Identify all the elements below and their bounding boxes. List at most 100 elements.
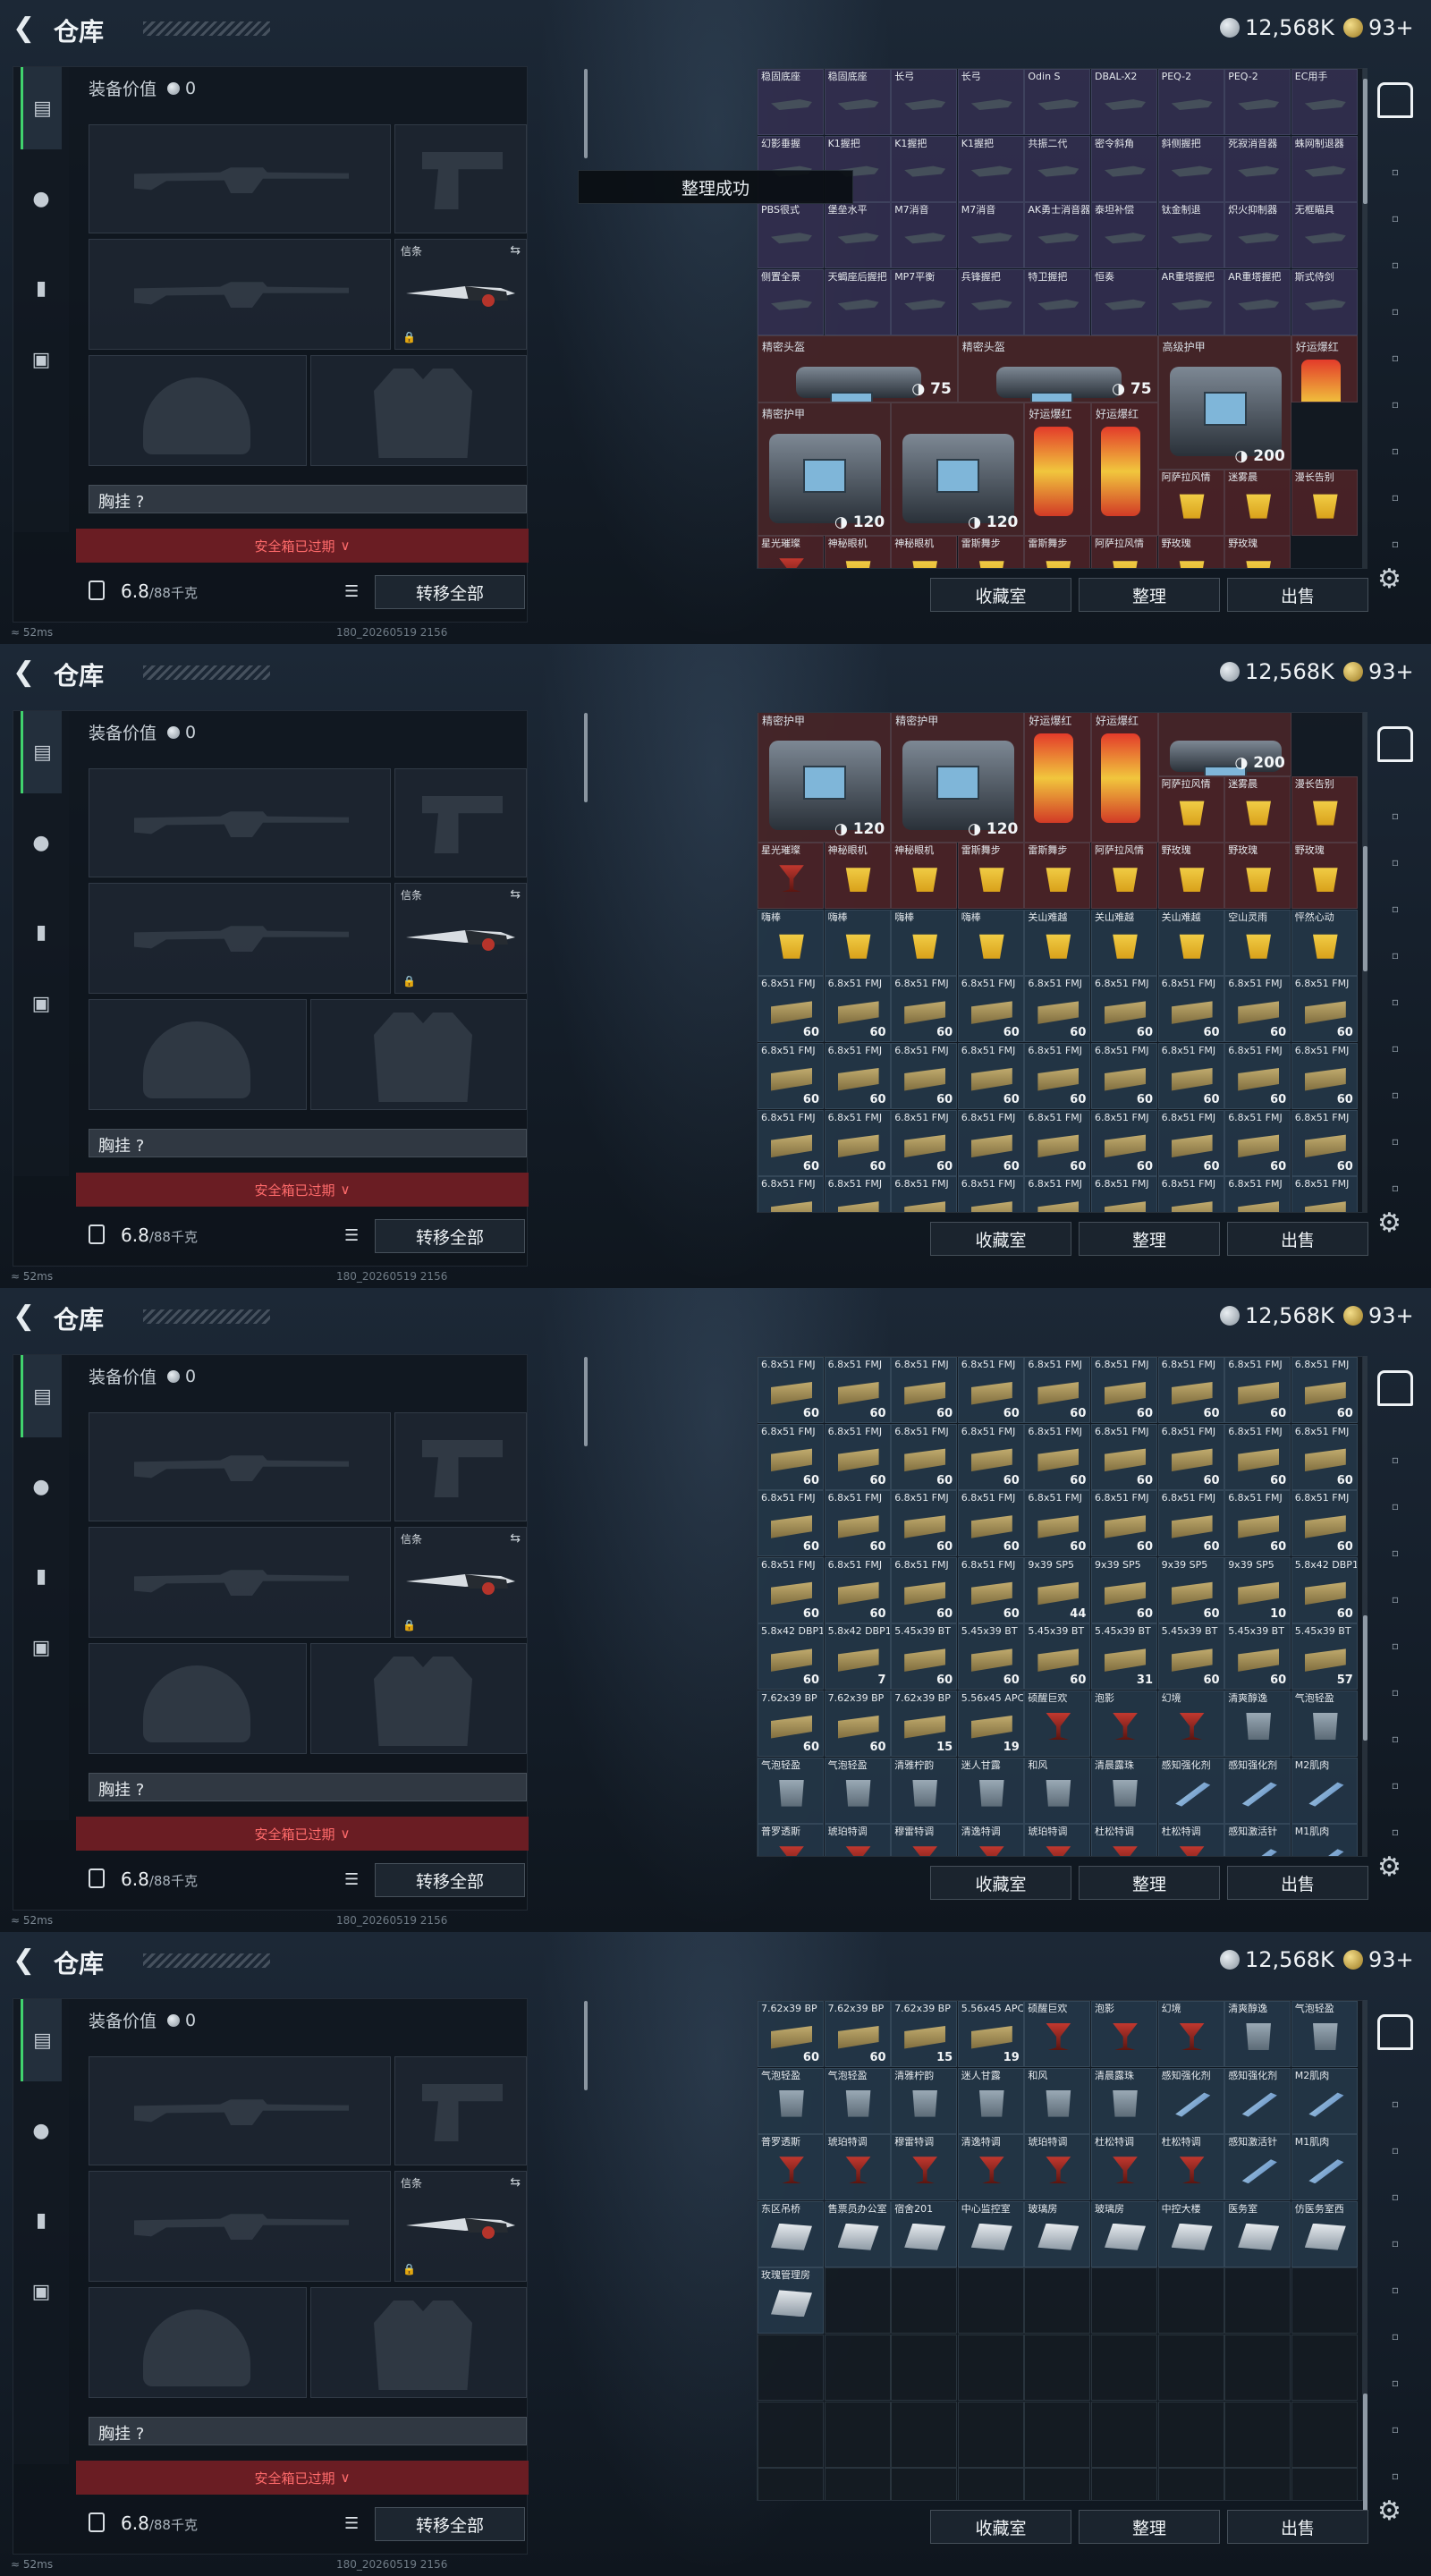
- inventory-item[interactable]: K1握把: [891, 135, 958, 202]
- secondary-weapon-slot[interactable]: [89, 2171, 391, 2282]
- storage-tab-icon[interactable]: ▫: [1379, 438, 1411, 463]
- empty-slot[interactable]: [957, 2334, 1024, 2401]
- inventory-item[interactable]: 迷雾晨: [1224, 469, 1291, 536]
- storage-tab-icon[interactable]: ▫: [1379, 392, 1411, 417]
- inventory-item[interactable]: 9x39 SP5 60: [1091, 1556, 1157, 1623]
- inventory-item[interactable]: 6.8x51 FMJ60: [1224, 1043, 1291, 1109]
- list-icon[interactable]: ☰: [344, 1870, 359, 1889]
- sidearm-slot[interactable]: [394, 768, 527, 877]
- gold-balance[interactable]: 93+: [1343, 658, 1414, 685]
- melee-slot[interactable]: 信条 ⇆ 🔒: [394, 1527, 527, 1638]
- storage-tab-icon[interactable]: ▫: [1379, 896, 1411, 921]
- inventory-item[interactable]: 气泡轻盈: [824, 1757, 891, 1824]
- inventory-item[interactable]: 嗨棒: [957, 909, 1024, 976]
- inventory-item[interactable]: 杜松特调: [1091, 2134, 1157, 2201]
- inventory-item[interactable]: 6.8x51 FMJ60: [957, 1176, 1024, 1212]
- inventory-item[interactable]: 7.62x39 BP 60: [758, 2001, 824, 2067]
- inventory-item[interactable]: 硕醒巨欢: [1024, 2001, 1091, 2067]
- inventory-item[interactable]: 6.8x51 FMJ60: [1091, 976, 1157, 1043]
- inventory-item-large[interactable]: 高级护甲 ◑ 200: [1157, 335, 1291, 470]
- storage-tab-icon[interactable]: ▫: [1379, 1175, 1411, 1200]
- tab-backpack[interactable]: ▮: [21, 1555, 62, 1597]
- storage-tab-icon[interactable]: ▫: [1379, 1726, 1411, 1751]
- inventory-item[interactable]: 东区吊桥: [758, 2200, 824, 2267]
- inventory-item[interactable]: 杜松特调: [1091, 1824, 1157, 1856]
- storage-tab-icon[interactable]: ▫: [1379, 1082, 1411, 1107]
- primary-weapon-slot[interactable]: [89, 124, 391, 233]
- inventory-item[interactable]: 6.8x51 FMJ60: [1291, 1176, 1358, 1212]
- sell-button[interactable]: 出售: [1227, 2510, 1368, 2544]
- empty-slot[interactable]: [1091, 2267, 1157, 2334]
- inventory-item[interactable]: 6.8x51 FMJ60: [891, 1357, 958, 1423]
- safebox-expired-banner[interactable]: 安全箱已过期 ∨: [76, 1817, 529, 1851]
- inventory-item-large[interactable]: 精密护甲 ◑ 120: [758, 402, 892, 537]
- transfer-all-button[interactable]: 转移全部: [375, 575, 525, 609]
- empty-slot[interactable]: [957, 2468, 1024, 2500]
- tab-case[interactable]: ▣: [21, 2271, 62, 2312]
- inventory-item[interactable]: 5.8x42 DBP10 7: [824, 1623, 891, 1690]
- secondary-weapon-slot[interactable]: [89, 883, 391, 994]
- empty-slot[interactable]: [891, 2468, 958, 2500]
- inventory-item[interactable]: 怦然心动: [1291, 909, 1358, 976]
- loadout-scrollbar[interactable]: [584, 1357, 588, 1446]
- inventory-item[interactable]: 6.8x51 FMJ60: [1291, 1423, 1358, 1490]
- inventory-item[interactable]: 6.8x51 FMJ60: [758, 1176, 824, 1212]
- settings-gear-icon[interactable]: ⚙: [1377, 1852, 1401, 1883]
- inventory-item[interactable]: 气泡轻盈: [1291, 1690, 1358, 1757]
- inventory-item[interactable]: 6.8x51 FMJ60: [1291, 1490, 1358, 1557]
- inventory-item[interactable]: 5.45x39 BT 60: [957, 1623, 1024, 1690]
- secondary-weapon-slot[interactable]: [89, 239, 391, 350]
- scroll-thumb[interactable]: [1363, 1615, 1367, 1741]
- secondary-weapon-slot[interactable]: [89, 1527, 391, 1638]
- empty-slot[interactable]: [891, 2267, 958, 2334]
- empty-slot[interactable]: [1291, 2334, 1358, 2401]
- inventory-item[interactable]: 共振二代: [1024, 135, 1091, 202]
- empty-slot[interactable]: [1024, 2401, 1091, 2468]
- inventory-item[interactable]: PEQ-2: [1224, 69, 1291, 135]
- empty-slot[interactable]: [1291, 2267, 1358, 2334]
- inventory-item[interactable]: 6.8x51 FMJ60: [758, 1109, 824, 1176]
- inventory-item[interactable]: 5.45x39 BT 31: [1091, 1623, 1157, 1690]
- swap-icon[interactable]: ⇆: [510, 887, 521, 902]
- sort-button[interactable]: 整理: [1079, 578, 1220, 612]
- inventory-item-large[interactable]: 好运爆红: [1291, 335, 1359, 402]
- inventory-item[interactable]: 玻璃房: [1024, 2200, 1091, 2267]
- sell-button[interactable]: 出售: [1227, 578, 1368, 612]
- storage-tab-icon[interactable]: ▫: [1379, 1773, 1411, 1798]
- inventory-item[interactable]: 6.8x51 FMJ60: [824, 1043, 891, 1109]
- inventory-item[interactable]: 硕醒巨欢: [1024, 1690, 1091, 1757]
- tab-weapons[interactable]: ▤: [21, 1355, 62, 1437]
- storage-tab-icon[interactable]: ▫: [1379, 1036, 1411, 1061]
- inventory-item[interactable]: 6.8x51 FMJ60: [1224, 976, 1291, 1043]
- empty-slot[interactable]: [891, 2334, 958, 2401]
- lock-icon[interactable]: [89, 1868, 105, 1888]
- empty-slot[interactable]: [758, 2468, 824, 2500]
- inventory-item[interactable]: 清逸特调: [957, 2134, 1024, 2201]
- inventory-item[interactable]: 6.8x51 FMJ60: [824, 976, 891, 1043]
- inventory-item[interactable]: 气泡轻盈: [824, 2067, 891, 2134]
- storage-tab-icon[interactable]: ▫: [1379, 1633, 1411, 1658]
- inventory-item[interactable]: 漫长告别: [1291, 775, 1358, 843]
- safebox-expired-banner[interactable]: 安全箱已过期 ∨: [76, 529, 529, 563]
- inventory-item[interactable]: 气泡轻盈: [758, 1757, 824, 1824]
- inventory-item[interactable]: 天蝎座后握把: [824, 268, 891, 335]
- inventory-item[interactable]: 7.62x39 BP 60: [824, 2001, 891, 2067]
- inventory-item[interactable]: 泰坦补偿: [1091, 202, 1157, 269]
- inventory-item[interactable]: 售票员办公室: [824, 2200, 891, 2267]
- inventory-item[interactable]: 6.8x51 FMJ60: [1224, 1490, 1291, 1557]
- warehouse-tab-icon[interactable]: [1377, 2014, 1413, 2050]
- helmet-slot[interactable]: [89, 355, 307, 466]
- grid-scrollbar[interactable]: [1363, 68, 1367, 569]
- inventory-item[interactable]: 阿萨拉风情: [1091, 843, 1157, 910]
- inventory-item[interactable]: 空山灵雨: [1224, 909, 1291, 976]
- empty-slot[interactable]: [891, 2401, 958, 2468]
- inventory-item[interactable]: 嗨棒: [891, 909, 958, 976]
- helmet-slot[interactable]: [89, 999, 307, 1110]
- inventory-item[interactable]: 钛金制退: [1157, 202, 1224, 269]
- inventory-item[interactable]: 侧置全景: [758, 268, 824, 335]
- inventory-item[interactable]: 5.56x45 APC 19: [957, 1690, 1024, 1757]
- inventory-item[interactable]: 6.8x51 FMJ60: [1224, 1423, 1291, 1490]
- inventory-item[interactable]: 6.8x51 FMJ60: [1024, 1423, 1091, 1490]
- inventory-item[interactable]: 6.8x51 FMJ60: [1091, 1357, 1157, 1423]
- inventory-item[interactable]: 野玫瑰: [1157, 536, 1224, 568]
